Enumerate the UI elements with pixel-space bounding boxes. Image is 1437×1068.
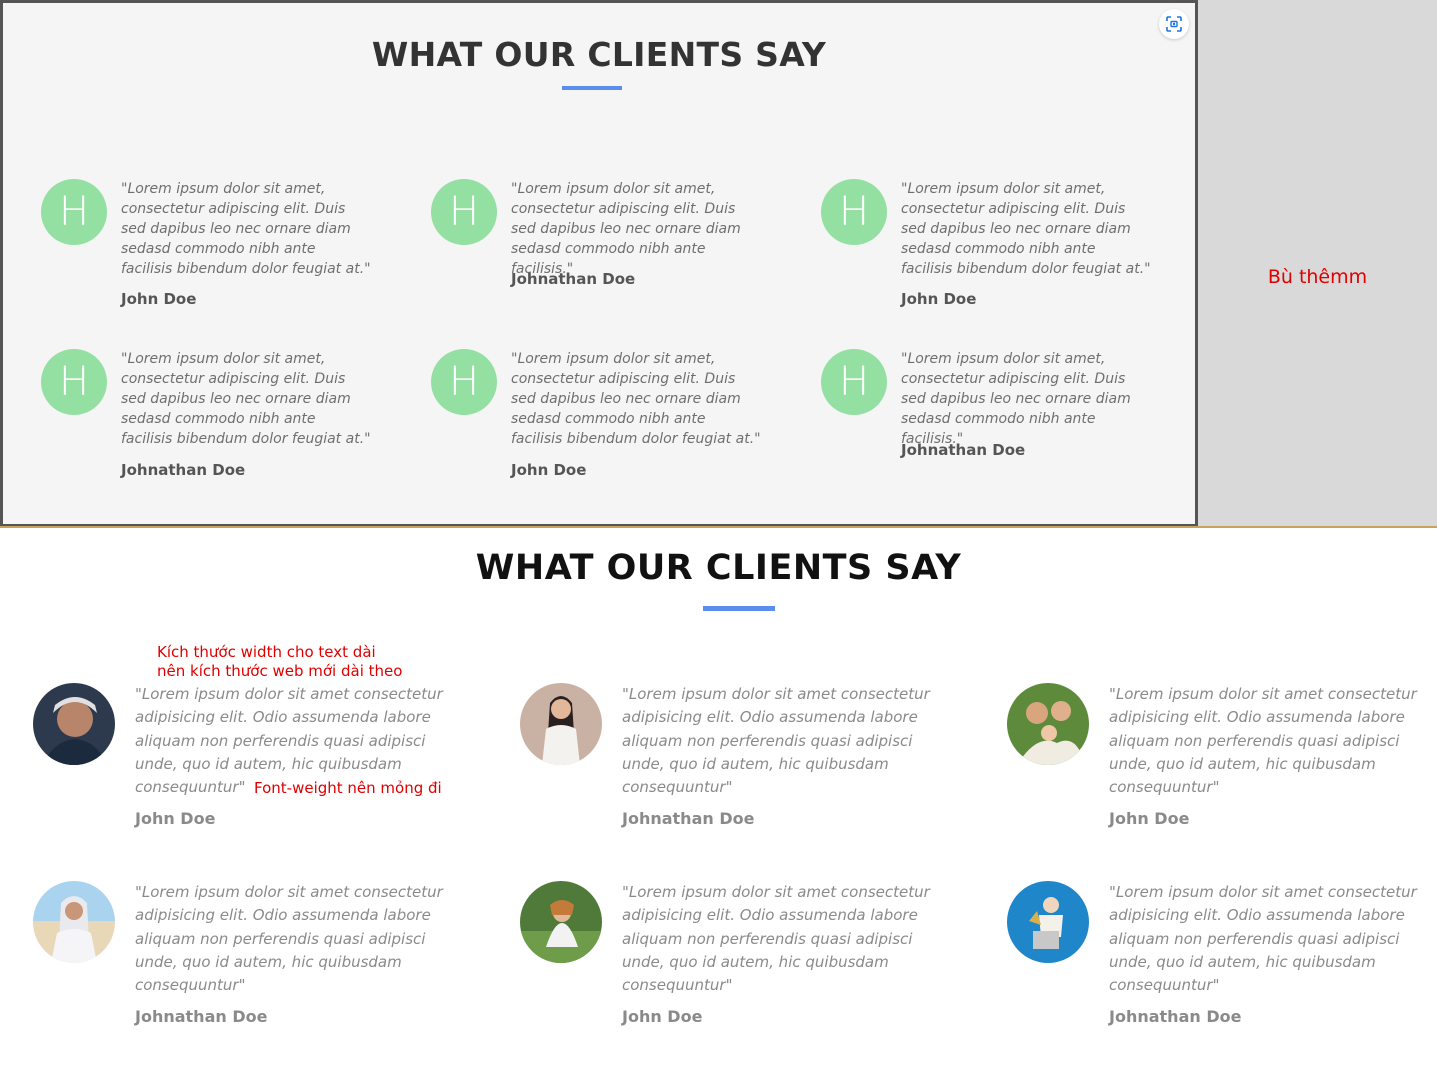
avatar xyxy=(33,881,115,963)
avatar-placeholder: H xyxy=(431,349,497,415)
section-title: WHAT OUR CLIENTS SAY xyxy=(371,35,827,74)
testimonial-name: Johnathan Doe xyxy=(135,1007,268,1026)
testimonial-name: John Doe xyxy=(511,461,587,479)
title-underline xyxy=(562,86,622,90)
current-site-panel: WHAT OUR CLIENTS SAY H "Lorem ipsum dolo… xyxy=(0,0,1198,527)
annotation-note: Bù thêmm xyxy=(1267,266,1368,288)
section-title: WHAT OUR CLIENTS SAY xyxy=(475,548,962,588)
testimonial-name: Johnathan Doe xyxy=(622,809,755,828)
avatar-placeholder: H xyxy=(821,349,887,415)
avatar-placeholder: H xyxy=(431,179,497,245)
testimonial-quote: "Lorem ipsum dolor sit amet, consectetur… xyxy=(511,181,741,277)
avatar xyxy=(33,683,115,765)
avatar xyxy=(1007,683,1089,765)
testimonial-name: John Doe xyxy=(622,1007,703,1026)
annotation-line: nên kích thước web mới dài theo xyxy=(157,662,403,680)
annotation-note: Kích thước width cho text dài nên kích t… xyxy=(157,643,477,681)
side-margin xyxy=(1198,0,1437,527)
avatar xyxy=(1007,881,1089,963)
scan-icon xyxy=(1166,16,1182,32)
testimonial-quote: "Lorem ipsum dolor sit amet, consectetur… xyxy=(901,351,1131,447)
testimonial-quote: "Lorem ipsum dolor sit amet consectetur … xyxy=(622,685,930,797)
testimonial-name: Johnathan Doe xyxy=(1109,1007,1242,1026)
divider xyxy=(0,526,1437,528)
testimonial-name: Johnathan Doe xyxy=(511,270,636,288)
testimonial-quote: "Lorem ipsum dolor sit amet, consectetur… xyxy=(511,351,761,447)
avatar-placeholder: H xyxy=(41,179,107,245)
avatar xyxy=(520,683,602,765)
testimonial-name: John Doe xyxy=(901,290,977,308)
testimonial-name: John Doe xyxy=(121,290,197,308)
testimonial-quote: "Lorem ipsum dolor sit amet, consectetur… xyxy=(121,181,371,277)
scan-button[interactable] xyxy=(1159,9,1189,39)
title-underline xyxy=(703,606,775,611)
testimonial-quote: "Lorem ipsum dolor sit amet consectetur … xyxy=(135,883,443,995)
testimonial-name: John Doe xyxy=(1109,809,1190,828)
testimonial-quote: "Lorem ipsum dolor sit amet consectetur … xyxy=(622,883,930,995)
testimonial-quote: "Lorem ipsum dolor sit amet, consectetur… xyxy=(121,351,371,447)
testimonial-name: John Doe xyxy=(135,809,216,828)
avatar xyxy=(520,881,602,963)
testimonial-name: Johnathan Doe xyxy=(901,441,1026,459)
testimonial-name: Johnathan Doe xyxy=(121,461,246,479)
testimonial-quote: "Lorem ipsum dolor sit amet consectetur … xyxy=(1109,685,1417,797)
annotation-line: Kích thước width cho text dài xyxy=(157,643,376,661)
avatar-placeholder: H xyxy=(821,179,887,245)
testimonial-quote: "Lorem ipsum dolor sit amet consectetur … xyxy=(1109,883,1417,995)
testimonial-quote: "Lorem ipsum dolor sit amet, consectetur… xyxy=(901,181,1151,277)
avatar-placeholder: H xyxy=(41,349,107,415)
annotation-note: Font-weight nên mỏng đi xyxy=(254,779,442,797)
